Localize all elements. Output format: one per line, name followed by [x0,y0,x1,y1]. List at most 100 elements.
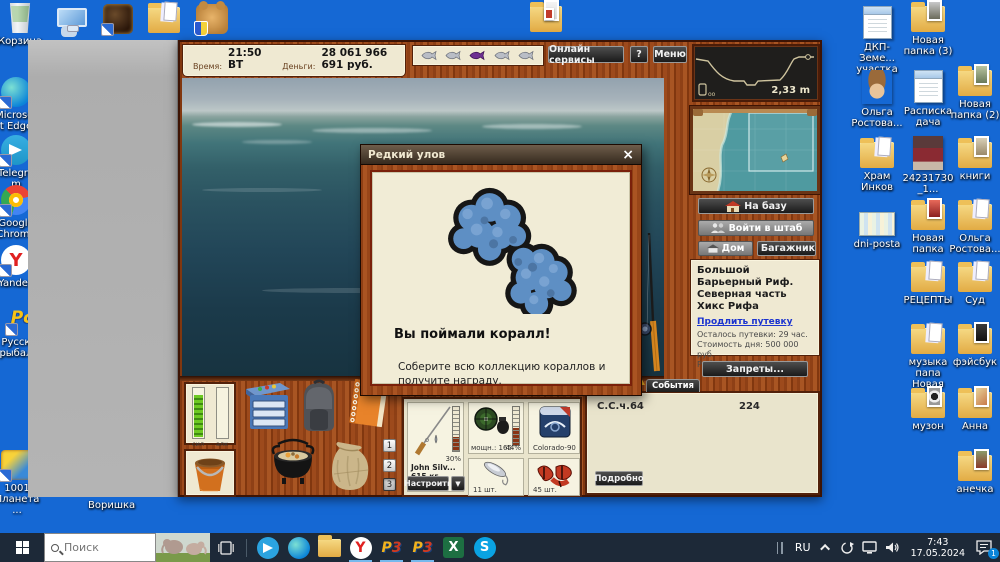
desktop-icon[interactable]: Ольга Ростова... [949,198,1000,255]
lure2-count: 45 шт. [533,486,557,494]
document-icon [877,136,892,157]
tray-update[interactable] [836,533,858,562]
rod-setup-button[interactable]: Настроить [404,476,452,491]
tray-volume[interactable] [881,533,904,562]
edge-icon [0,77,31,109]
language-indicator[interactable]: RU [789,533,817,562]
details-button[interactable]: Подробно [594,471,644,486]
bans-button[interactable]: Запреты... [702,361,808,377]
events-row-name: С.С.ч.64 [597,401,644,412]
house-icon [725,200,742,212]
wave-foam [242,140,312,144]
desktop-icon[interactable]: dni-posta [851,208,903,250]
strength-bar [191,387,205,439]
edge-icon [287,536,310,559]
home-button[interactable]: Дом [698,241,753,256]
desktop-icon[interactable]: РЕЦЕПТЫ [902,260,954,306]
desktop-icon[interactable]: Новая папка [902,198,954,255]
tackle-box-icon[interactable] [240,381,294,433]
taskbar-yandex[interactable]: Y [345,533,376,562]
desktop-icon[interactable]: Храм Инков [851,136,903,193]
line-spool-icon [539,406,571,438]
taskbar-rf3-b[interactable]: Р3 [407,533,438,562]
start-button[interactable] [0,533,44,562]
desktop-icon-computer[interactable] [46,8,98,32]
notification-badge: 1 [988,548,999,559]
taskbar-clock[interactable]: 7:43 17.05.2024 [904,533,972,562]
taskbar-edge[interactable] [283,533,314,562]
lure-slot-crankbait[interactable]: 45 шт. [528,458,580,496]
desktop-icon[interactable]: Расписка дача [902,70,954,128]
blank-window[interactable] [28,40,178,497]
taskbar-excel[interactable]: X [438,533,469,562]
tray-network[interactable] [858,533,881,562]
depth-value: 2,33 m [771,85,810,96]
telegram-icon [256,536,279,559]
dialog-titlebar[interactable]: Редкий улов × [361,145,641,165]
tray-chevron[interactable] [817,533,836,562]
desktop-icon-game[interactable] [92,4,144,36]
taskbar-rf3-a[interactable]: Р3 [376,533,407,562]
desktop-icon[interactable]: Анна [949,386,1000,432]
trunk-button[interactable]: Багажник [757,241,816,256]
keepnet-fish-icon[interactable] [494,50,511,61]
close-icon[interactable]: × [622,148,634,162]
wave-foam [312,128,432,133]
desktop-icon[interactable]: Новая папка (3) [902,0,954,57]
slot-button-3[interactable]: 3 [383,478,396,491]
desktop-icon-bear-game[interactable] [186,1,238,36]
to-base-button[interactable]: На базу [698,198,814,214]
desktop-icon[interactable]: 24231730_1... [902,136,954,195]
desktop-icon[interactable]: Суд [949,260,1000,306]
keepnet-fish-icon[interactable] [445,50,462,61]
widget-weather[interactable] [156,533,210,562]
search-icon [51,543,59,552]
image-icon [974,322,989,343]
rod-dropdown-button[interactable]: ▼ [451,476,465,491]
keepnet-fish-icon[interactable] [421,50,438,61]
minimap[interactable] [690,106,820,194]
desktop-icon-label-thief[interactable]: Воришка [88,500,158,511]
bucket-panel[interactable] [184,449,236,497]
teddy-bear-icon [194,1,228,36]
online-services-button[interactable]: Онлайн сервисы [548,44,624,66]
desktop-icon[interactable]: Новая папка (2) [949,64,1000,121]
lure-slot-spoon[interactable]: 11 шт. [468,458,524,496]
task-view-button[interactable] [210,533,241,562]
depth-sonar-panel[interactable]: oo 2,33 m [692,44,820,102]
taskbar-search[interactable] [44,533,156,562]
cooking-pot-icon[interactable] [268,438,318,486]
slot-button-1[interactable]: 1 [383,439,396,452]
document-icon [163,1,178,22]
desktop-icon[interactable]: фэйсбук [949,322,1000,368]
slot-button-2[interactable]: 2 [383,459,396,472]
taskbar-separator [246,538,247,557]
desktop-icon[interactable]: книги [949,136,1000,182]
taskbar-skype[interactable]: S [469,533,500,562]
backpack-icon[interactable] [296,379,342,434]
desktop-icon-folder-docs[interactable] [520,0,572,32]
line-slot[interactable]: Colorado-90 [528,402,580,454]
keepnet-fish-icon-full[interactable] [469,50,486,61]
extend-ticket-link[interactable]: Продлить путевку [697,317,813,327]
telegram-icon [0,135,31,167]
menu-button[interactable]: Меню [653,46,687,63]
enter-hq-button[interactable]: Войти в штаб [698,220,814,236]
taskbar-explorer[interactable] [314,533,345,562]
notification-center[interactable]: 1 [972,533,1000,562]
search-input[interactable] [64,541,144,554]
taskbar-telegram[interactable] [252,533,283,562]
task-view-icon [217,540,234,555]
events-tab[interactable]: События [646,379,700,392]
sack-icon[interactable] [324,440,374,492]
desktop-icon-folder[interactable] [138,1,190,33]
desktop-icon[interactable]: музон [902,386,954,432]
desktop-icon[interactable]: Ольга Ростова... [851,70,903,129]
document-icon [544,8,554,20]
keepnet-fish-icon[interactable] [518,50,535,61]
help-button[interactable]: ? [630,46,648,63]
reel-slot[interactable]: мощн.: 165 44% [468,402,524,454]
windows-logo-icon [15,541,29,554]
desktop-icon[interactable]: анечка [949,449,1000,495]
hud-keepnet-panel [412,45,544,66]
